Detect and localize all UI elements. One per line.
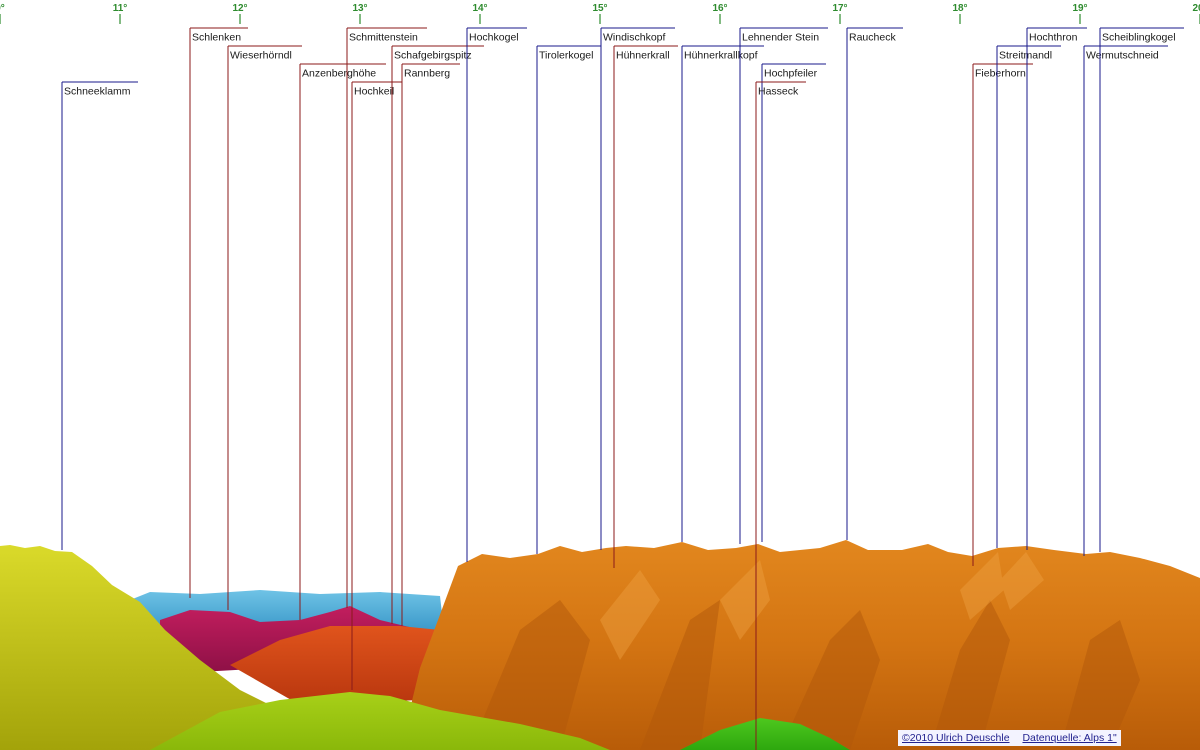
peak-marker: Windischkopf — [600, 27, 675, 550]
peak-name: Tirolerkogel — [539, 50, 593, 62]
peak-name: Wieserhörndl — [230, 50, 292, 62]
peak-name: Schlenken — [192, 32, 241, 44]
degree-label: 13° — [352, 3, 367, 14]
peak-marker: Scheiblingkogel — [1099, 27, 1184, 552]
peak-marker: Hochpfeiler — [761, 63, 826, 542]
peak-name: Schafgebirgspitz — [394, 50, 472, 62]
peak-marker: Schafgebirgspitz — [391, 45, 484, 624]
peak-name: Rannberg — [404, 68, 450, 80]
degree-label: 11° — [113, 3, 128, 14]
data-source-link[interactable]: Datenquelle: Alps 1" — [1022, 732, 1116, 744]
peak-marker: Schmittenstein — [346, 27, 427, 608]
degree-label: 15° — [592, 3, 607, 14]
peak-name: Hochpfeiler — [764, 68, 818, 80]
peak-marker: Anzenberghöhe — [299, 63, 386, 620]
peak-marker: Fieberhorn — [972, 63, 1033, 566]
peak-name: Scheiblingkogel — [1102, 32, 1176, 44]
peak-name: Streitmandl — [999, 50, 1052, 62]
credits-bar: ©2010 Ulrich Deuschle Datenquelle: Alps … — [898, 730, 1121, 746]
peak-marker: Raucheck — [846, 27, 903, 540]
degree-label: 12° — [232, 3, 247, 14]
peak-name: Raucheck — [849, 32, 896, 44]
peak-name: Schneeklamm — [64, 86, 131, 98]
peak-marker: Hühnerkrall — [613, 45, 678, 568]
degree-label: 16° — [712, 3, 727, 14]
peak-marker: Wermutschneid — [1083, 45, 1168, 556]
peak-name: Fieberhorn — [975, 68, 1026, 80]
peak-marker: Schlenken — [189, 27, 248, 598]
degree-label: 14° — [472, 3, 487, 14]
peak-marker: Hochkogel — [466, 27, 527, 562]
panorama-canvas: 0° 11° 12° 13° 14° 15° 16° 17° 18° 19° 20° Schneek… — [0, 3, 1200, 750]
peak-name: Hochkeil — [354, 86, 394, 98]
peak-name: Schmittenstein — [349, 32, 418, 44]
peak-marker: Streitmandl — [996, 45, 1061, 548]
peak-name: Hasseck — [758, 86, 799, 98]
degree-label: 17° — [832, 3, 847, 14]
degree-scale: 0° 11° 12° 13° 14° 15° 16° 17° 18° 19° 20° — [0, 3, 1200, 24]
peak-marker: Lehnender Stein — [739, 27, 828, 544]
peak-name: Lehnender Stein — [742, 32, 819, 44]
peak-name: Hühnerkrallkopf — [684, 50, 758, 62]
peak-marker: Wieserhörndl — [227, 45, 302, 610]
peak-name: Anzenberghöhe — [302, 68, 376, 80]
peak-marker: Schneeklamm — [61, 81, 138, 550]
peak-marker: Hochthron — [1026, 27, 1087, 550]
degree-label: 20° — [1192, 3, 1200, 14]
peak-marker: Rannberg — [401, 63, 460, 626]
degree-label: 0° — [0, 3, 5, 14]
degree-label: 19° — [1072, 3, 1087, 14]
degree-label: 18° — [952, 3, 967, 14]
peak-name: Windischkopf — [603, 32, 666, 44]
terrain — [0, 540, 1200, 750]
peak-name: Hühnerkrall — [616, 50, 670, 62]
peak-name: Hochkogel — [469, 32, 519, 44]
copyright-link[interactable]: ©2010 Ulrich Deuschle — [902, 732, 1010, 744]
peak-marker: Hühnerkrallkopf — [681, 45, 764, 542]
peak-name: Wermutschneid — [1086, 50, 1159, 62]
peak-marker: Tirolerkogel — [536, 45, 601, 554]
peak-name: Hochthron — [1029, 32, 1078, 44]
